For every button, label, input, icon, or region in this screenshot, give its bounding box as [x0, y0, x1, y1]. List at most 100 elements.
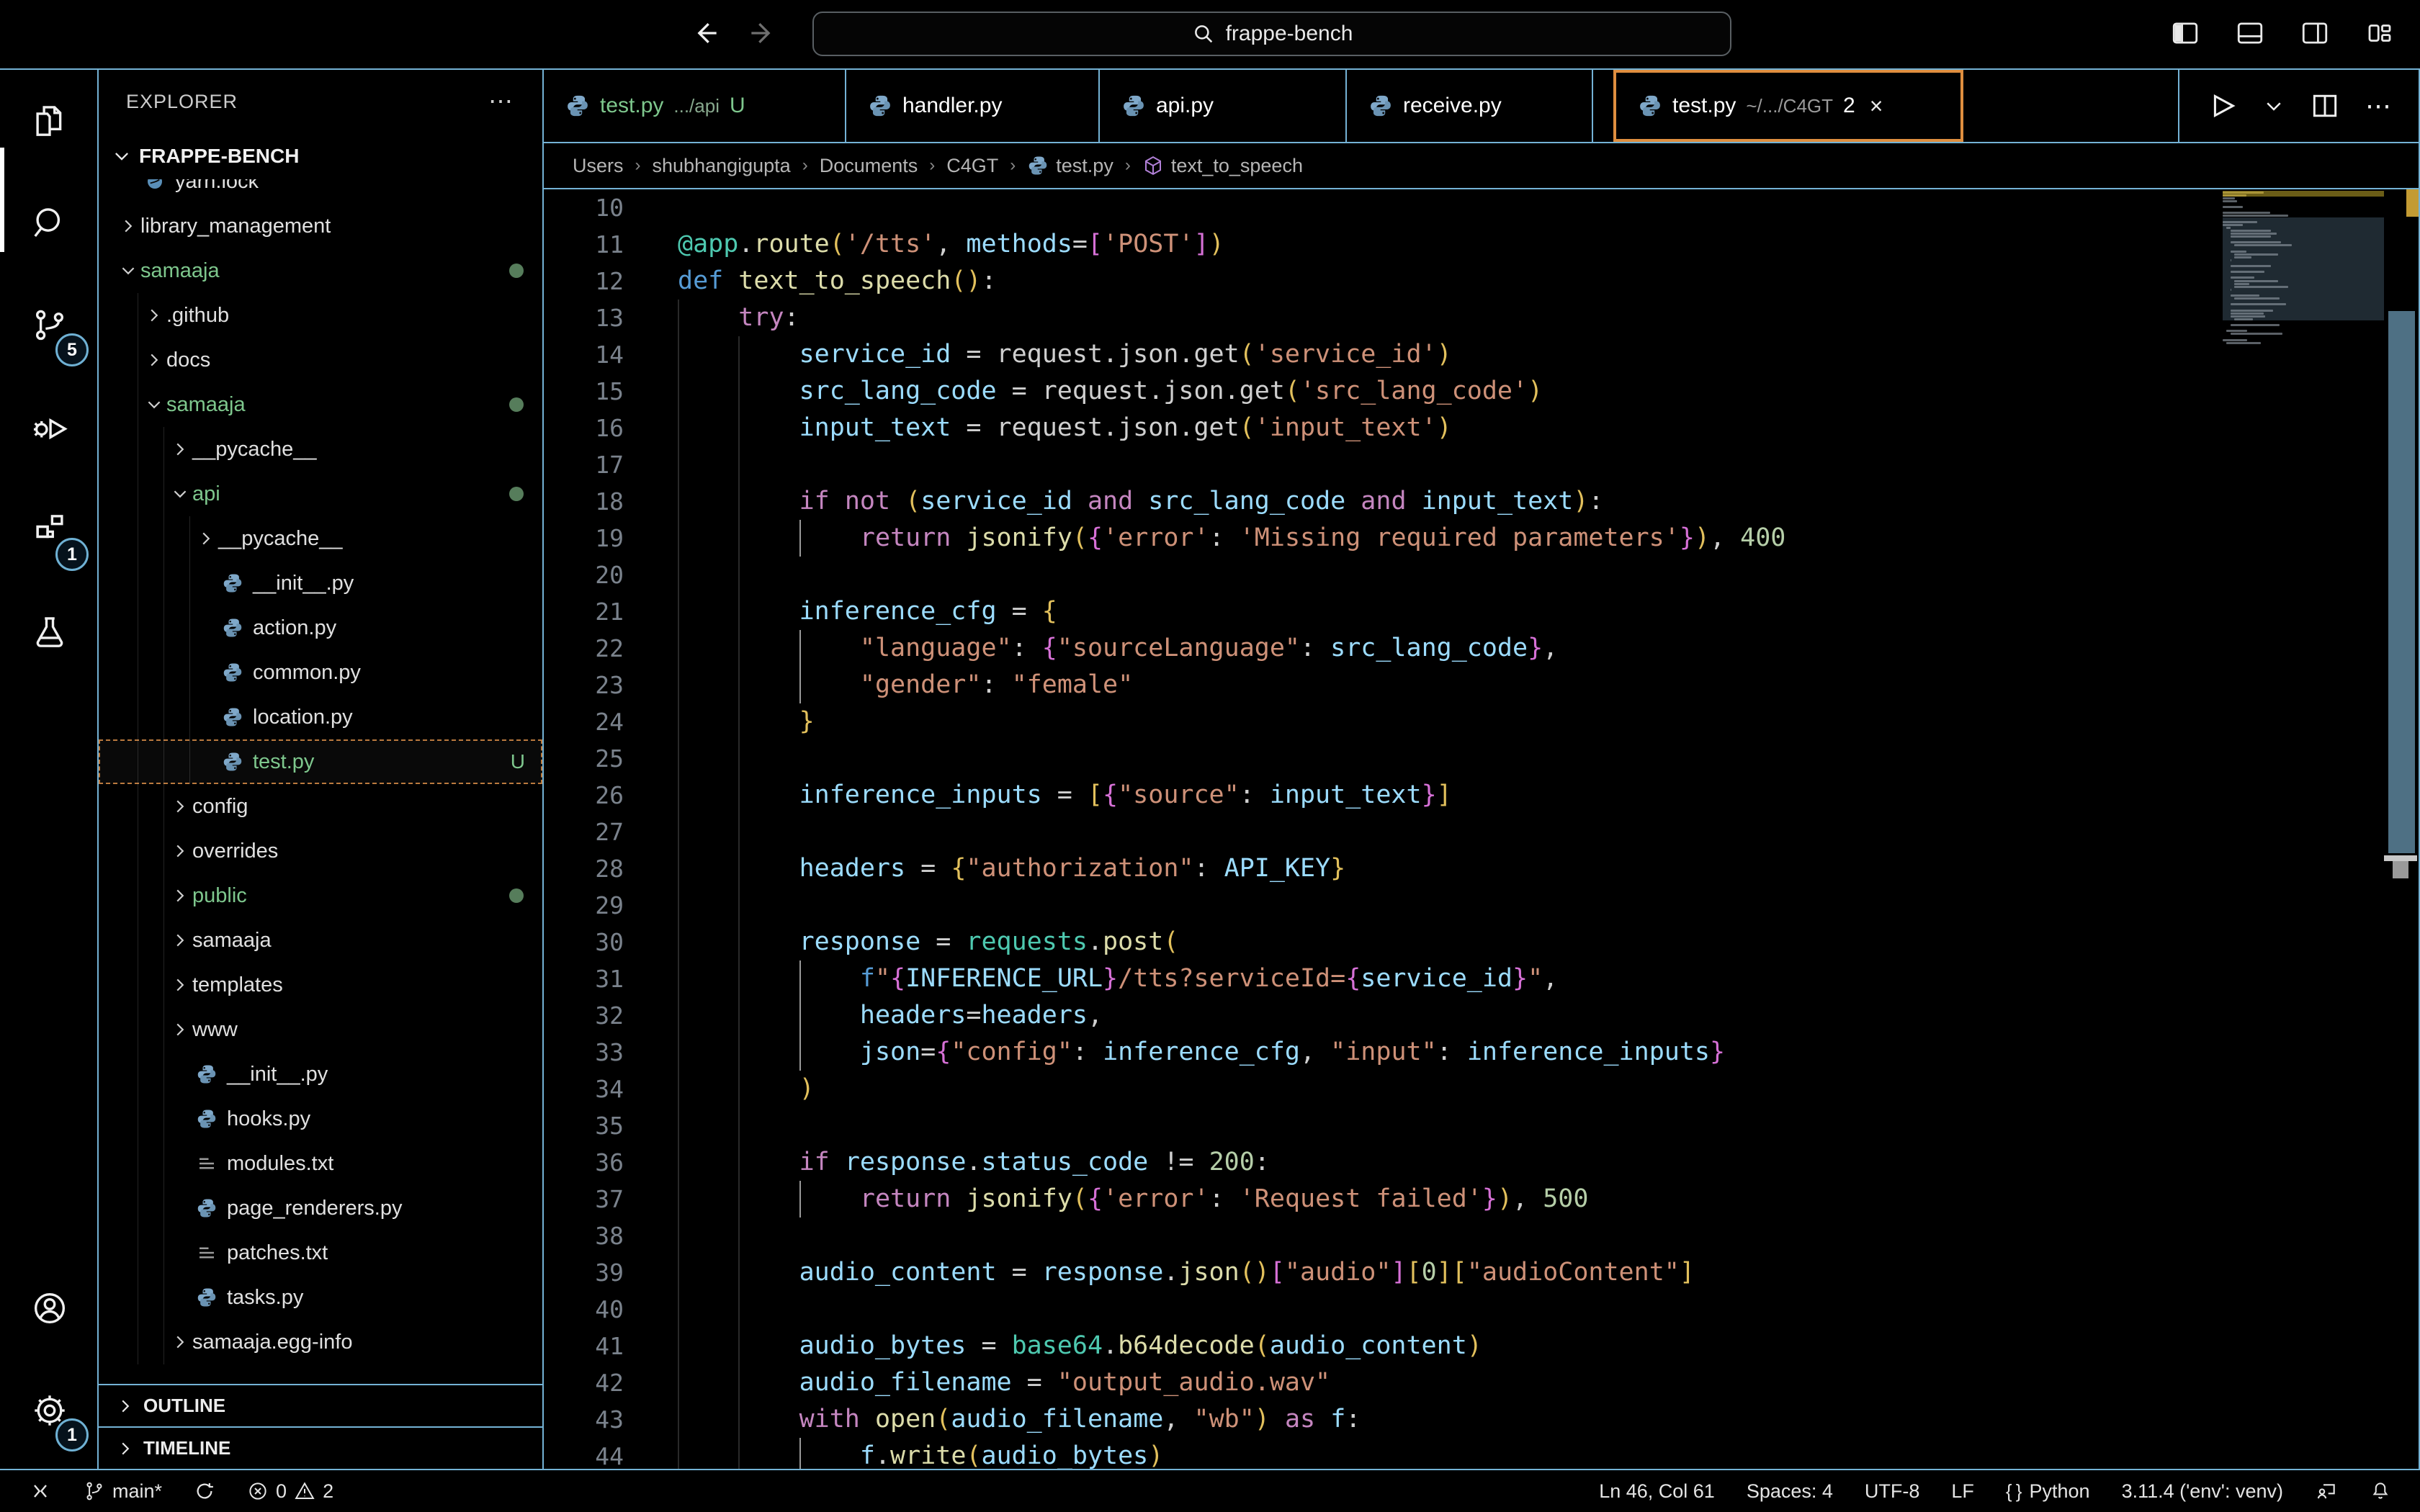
files-icon [30, 102, 69, 140]
status-item-bell[interactable] [2370, 1480, 2391, 1502]
status-item-lf[interactable]: LF [1951, 1480, 1974, 1503]
problems-status[interactable]: 02 [247, 1480, 333, 1503]
git-modified-dot [509, 888, 524, 903]
tree-item-page_renderers.py[interactable]: page_renderers.py [99, 1186, 542, 1230]
tab-test.py[interactable]: test.py.../apiU [544, 70, 846, 142]
tab-receive.py[interactable]: receive.py [1347, 70, 1593, 142]
chevron-right-icon [171, 440, 189, 459]
tree-item-action.py[interactable]: action.py [99, 606, 542, 650]
git-branch-icon [84, 1480, 105, 1502]
breadcrumb-item-test.py[interactable]: test.py [1027, 155, 1113, 177]
tab-test.py[interactable]: test.py~/.../C4GT2× [1613, 70, 1963, 142]
python-language-icon: { } [2006, 1480, 2022, 1503]
status-item-feedback[interactable] [2315, 1480, 2338, 1503]
editor-scrollbar[interactable] [2388, 311, 2415, 853]
status-item-3-11-4-env-venv-[interactable]: 3.11.4 ('env': venv) [2122, 1480, 2283, 1503]
testing-view-button[interactable] [0, 581, 99, 683]
breadcrumb-item-text_to_speech[interactable]: text_to_speech [1142, 155, 1303, 177]
status-item-utf-8[interactable]: UTF-8 [1865, 1480, 1920, 1503]
tree-item-common.py[interactable]: common.py [99, 650, 542, 695]
tree-item-api[interactable]: api [99, 472, 542, 516]
title-bar: frappe-bench [0, 0, 2420, 70]
settings-button[interactable]: 1 [0, 1359, 99, 1462]
chevron-right-icon [171, 797, 189, 816]
breadcrumb-item-shubhangigupta[interactable]: shubhangigupta [653, 155, 791, 177]
sync-button[interactable] [194, 1480, 215, 1502]
tree-item-.github[interactable]: .github [99, 293, 542, 338]
line-number: 40 [544, 1291, 624, 1328]
python-icon [196, 1287, 218, 1308]
tree-item-overrides[interactable]: overrides [99, 829, 542, 873]
breadcrumb-item-Users[interactable]: Users [573, 155, 624, 177]
nav-forward-button[interactable] [742, 13, 782, 53]
minimap[interactable] [2223, 191, 2384, 356]
split-editor-icon[interactable] [2309, 90, 2341, 122]
toggle-panel-icon[interactable] [2230, 13, 2270, 53]
explorer-root-folder[interactable]: FRAPPE-BENCH [99, 133, 542, 179]
views-actions-icon[interactable]: ⋯ [488, 87, 515, 116]
source-control-view-button[interactable]: 5 [0, 274, 99, 377]
remote-indicator[interactable] [29, 1480, 52, 1503]
tab-api.py[interactable]: api.py [1100, 70, 1347, 142]
tree-item-public[interactable]: public [99, 873, 542, 918]
chevron-right-icon [171, 886, 189, 905]
tree-item-test.py[interactable]: test.pyU [99, 739, 542, 784]
tree-item-yarn.lock[interactable]: yarn.lock [99, 179, 542, 204]
customize-layout-icon[interactable] [2360, 13, 2400, 53]
nav-back-button[interactable] [686, 13, 726, 53]
sync-icon [194, 1480, 215, 1502]
command-center-search[interactable]: frappe-bench [812, 12, 1731, 56]
tree-item-hooks.py[interactable]: hooks.py [99, 1097, 542, 1141]
line-number: 34 [544, 1071, 624, 1107]
python-icon [868, 94, 892, 118]
tree-item-__pycache__[interactable]: __pycache__ [99, 427, 542, 472]
tree-item-templates[interactable]: templates [99, 963, 542, 1007]
run-button[interactable] [2205, 89, 2238, 122]
toggle-sidebar-icon[interactable] [2165, 13, 2205, 53]
tab-label: test.py [1672, 94, 1736, 118]
search-text: frappe-bench [1226, 22, 1353, 46]
code-editor[interactable]: 1011@app.route('/tts', methods=['POST'])… [544, 189, 2419, 1469]
tree-item-location.py[interactable]: location.py [99, 695, 542, 739]
run-debug-view-button[interactable] [0, 377, 99, 479]
tree-item-www[interactable]: www [99, 1007, 542, 1052]
close-icon[interactable]: × [1870, 93, 1883, 120]
tree-item-__init__.py[interactable]: __init__.py [99, 561, 542, 606]
tree-item-modules.txt[interactable]: modules.txt [99, 1141, 542, 1186]
accounts-button[interactable] [0, 1257, 99, 1359]
tree-item-library_management[interactable]: library_management [99, 204, 542, 248]
outline-section-header[interactable]: OUTLINE [99, 1384, 542, 1426]
tree-item-samaaja.egg-info[interactable]: samaaja.egg-info [99, 1320, 542, 1364]
status-item-ln-46-col-61[interactable]: Ln 46, Col 61 [1599, 1480, 1715, 1503]
tree-item-label: modules.txt [227, 1152, 333, 1176]
tab-handler.py[interactable]: handler.py [846, 70, 1100, 142]
tab-label: receive.py [1403, 94, 1502, 118]
status-item-spaces-4[interactable]: Spaces: 4 [1747, 1480, 1833, 1503]
tree-item-samaaja[interactable]: samaaja [99, 382, 542, 427]
tree-item-label: patches.txt [227, 1241, 328, 1265]
tree-item-samaaja[interactable]: samaaja [99, 248, 542, 293]
tree-item-tasks.py[interactable]: tasks.py [99, 1275, 542, 1320]
tree-item-docs[interactable]: docs [99, 338, 542, 382]
yarn-lock-icon [144, 179, 166, 192]
extensions-view-button[interactable]: 1 [0, 479, 99, 581]
search-icon [1191, 22, 1216, 46]
chevron-down-icon [145, 395, 163, 414]
timeline-section-header[interactable]: TIMELINE [99, 1426, 542, 1469]
status-item-python[interactable]: { }Python [2006, 1480, 2090, 1503]
branch-status[interactable]: main* [84, 1480, 162, 1503]
tree-item-samaaja[interactable]: samaaja [99, 918, 542, 963]
tree-item-__init__.py[interactable]: __init__.py [99, 1052, 542, 1097]
breadcrumb-item-Documents[interactable]: Documents [820, 155, 918, 177]
toggle-secondary-sidebar-icon[interactable] [2295, 13, 2335, 53]
tree-item-__pycache__[interactable]: __pycache__ [99, 516, 542, 561]
more-actions-icon[interactable]: ⋯ [2365, 91, 2393, 121]
run-dropdown-icon[interactable] [2263, 95, 2285, 117]
line-number: 43 [544, 1401, 624, 1438]
search-view-button[interactable] [0, 172, 99, 274]
tree-item-patches.txt[interactable]: patches.txt [99, 1230, 542, 1275]
line-number: 42 [544, 1364, 624, 1401]
breadcrumb-item-C4GT[interactable]: C4GT [946, 155, 998, 177]
explorer-view-button[interactable] [0, 70, 99, 172]
tree-item-config[interactable]: config [99, 784, 542, 829]
